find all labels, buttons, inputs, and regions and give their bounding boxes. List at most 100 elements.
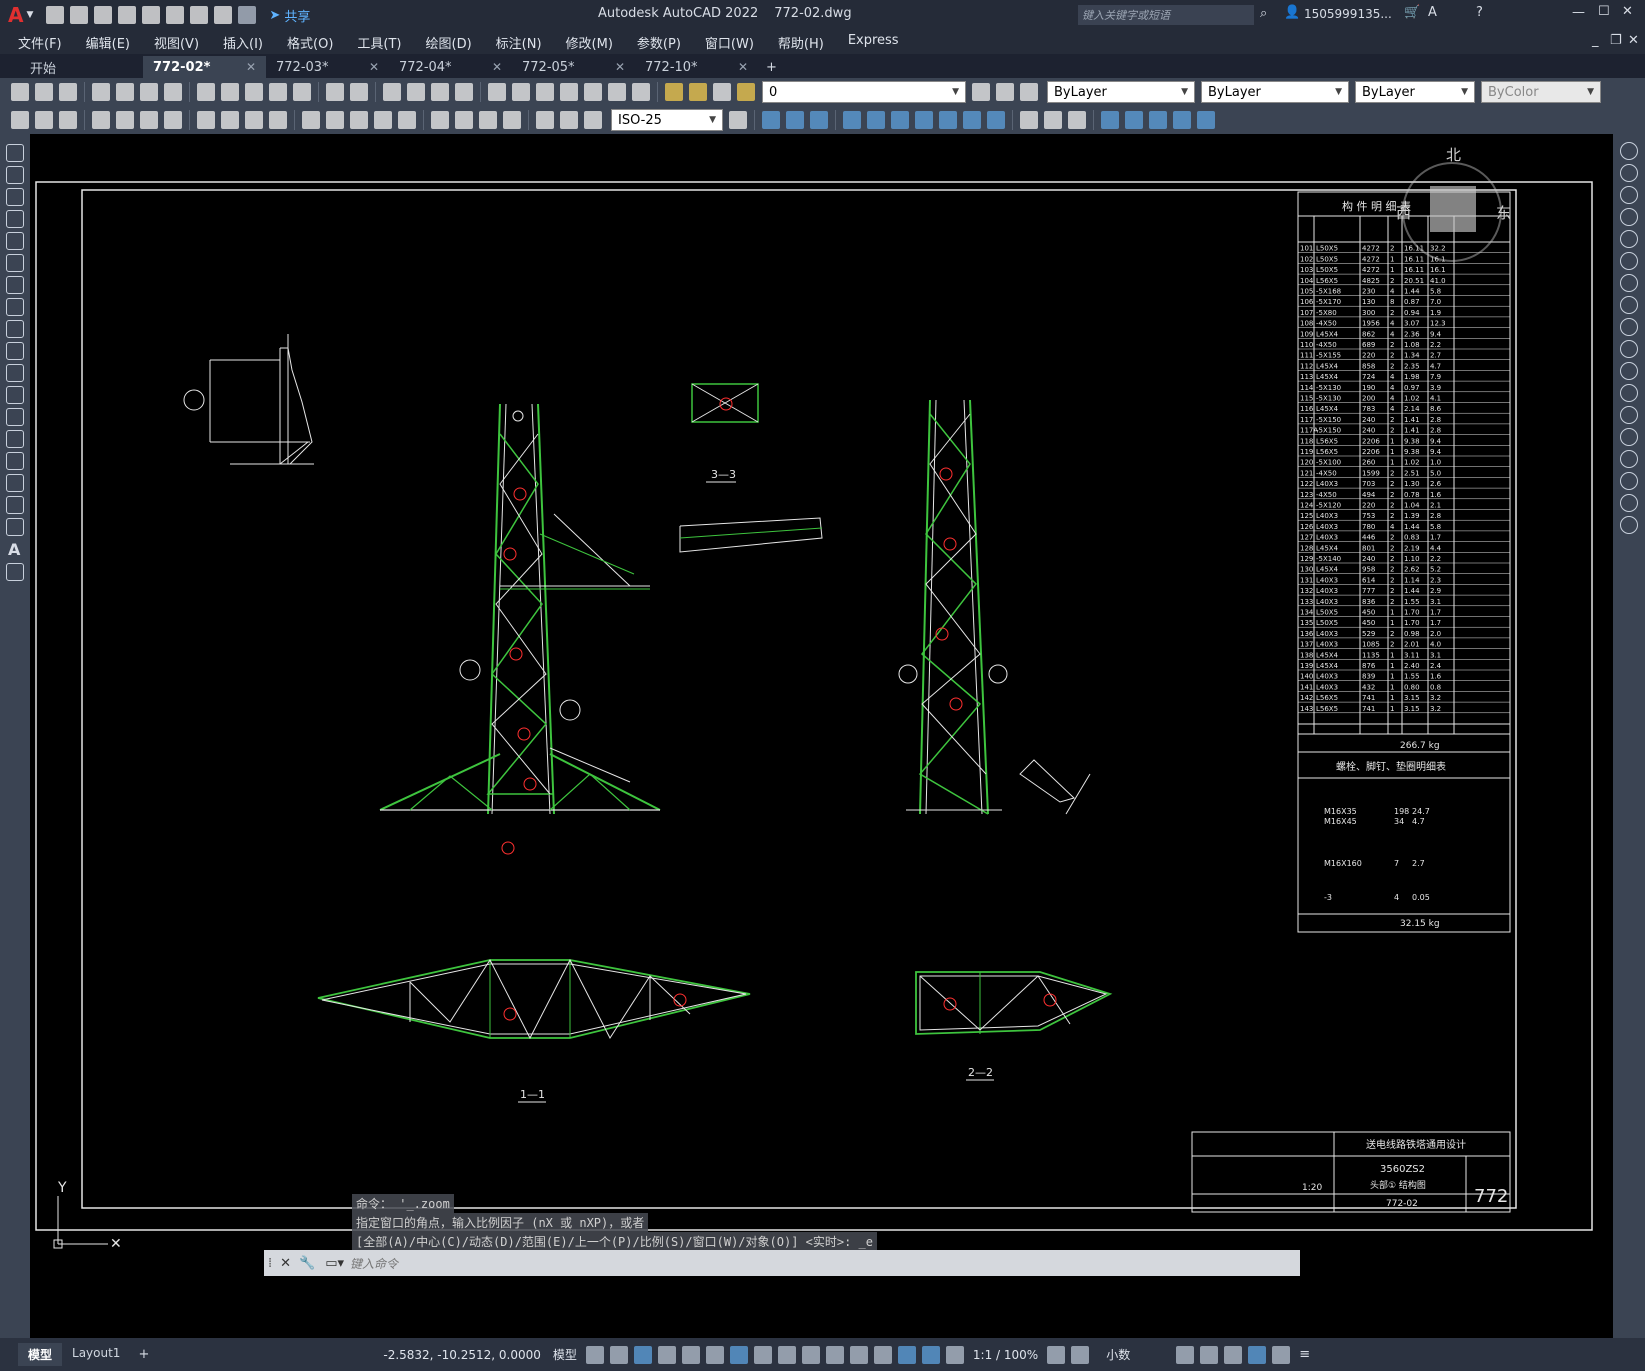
pan-icon[interactable] [383, 83, 401, 101]
annotation-visibility-icon[interactable] [921, 1345, 940, 1364]
mirror-icon[interactable] [1620, 186, 1638, 204]
units-selector[interactable]: 小数 [1106, 1346, 1130, 1363]
offset-icon[interactable] [1620, 208, 1638, 226]
plot-icon[interactable] [92, 83, 110, 101]
ucs-object-icon[interactable] [1197, 111, 1215, 129]
menu-item[interactable]: 窗口(W) [693, 33, 766, 52]
autocad-logo-icon[interactable]: A [8, 3, 23, 27]
chamfer-icon[interactable] [1620, 450, 1638, 468]
viewcube-north[interactable]: 北 [1446, 144, 1461, 165]
gradient-icon[interactable] [6, 474, 24, 492]
cut-icon[interactable] [197, 83, 215, 101]
quick-properties-icon[interactable] [1176, 1345, 1195, 1364]
paste-icon[interactable] [245, 83, 263, 101]
zoom-previous-icon[interactable] [455, 83, 473, 101]
3d-move-icon[interactable] [843, 111, 861, 129]
dim-radius-icon[interactable] [197, 111, 215, 129]
print-icon[interactable] [190, 6, 209, 24]
3d-box-icon[interactable] [762, 111, 780, 129]
layer-previous-icon[interactable] [1020, 83, 1038, 101]
dimstyle-dropdown[interactable]: ISO-25 ▼ [611, 109, 723, 131]
dim-text-edit-icon[interactable] [560, 111, 578, 129]
preview-icon[interactable] [116, 83, 134, 101]
command-input[interactable]: 键入命令 [350, 1255, 398, 1272]
ellipse-icon[interactable] [6, 342, 24, 360]
add-selected-icon[interactable] [6, 563, 24, 581]
menu-item[interactable]: 插入(I) [211, 33, 275, 52]
3d-array-icon[interactable] [939, 111, 957, 129]
menu-item[interactable]: 标注(N) [484, 33, 554, 52]
help-toolbar-icon[interactable] [632, 83, 650, 101]
3d-osnap-icon[interactable] [825, 1345, 844, 1364]
tab-close-icon[interactable]: ✕ [369, 60, 379, 74]
jogged-linear-icon[interactable] [503, 111, 521, 129]
explode-icon[interactable] [1620, 516, 1638, 534]
menu-item[interactable]: 帮助(H) [766, 33, 836, 52]
break-icon[interactable] [1620, 406, 1638, 424]
add-layout-icon[interactable]: + [138, 1347, 149, 1362]
file-tab[interactable]: 772-03* ✕ [266, 56, 389, 78]
doc-restore-icon[interactable]: ❐ [1610, 33, 1622, 48]
tab-close-icon[interactable]: ✕ [615, 60, 625, 74]
grid-icon[interactable] [585, 1345, 604, 1364]
selection-filter-icon[interactable] [873, 1345, 892, 1364]
layer-freeze-icon[interactable] [689, 83, 707, 101]
copy-icon[interactable] [221, 83, 239, 101]
close-icon[interactable]: ✕ [1622, 4, 1633, 19]
stretch-icon[interactable] [1620, 318, 1638, 336]
3d-align-icon[interactable] [891, 111, 909, 129]
isodraft-icon[interactable] [681, 1345, 700, 1364]
arc-icon[interactable] [6, 254, 24, 272]
minimize-icon[interactable]: — [1572, 5, 1585, 20]
dim-update-icon[interactable] [584, 111, 602, 129]
tool2-icon[interactable] [35, 111, 53, 129]
dim-ordinate-icon[interactable] [164, 111, 182, 129]
line-icon[interactable] [6, 144, 24, 162]
dim-arc-icon[interactable] [140, 111, 158, 129]
render-icon[interactable] [1020, 111, 1038, 129]
construction-line-icon[interactable] [6, 166, 24, 184]
trim-icon[interactable] [1620, 340, 1638, 358]
tab-close-icon[interactable]: ✕ [246, 60, 256, 74]
move-icon[interactable] [1620, 252, 1638, 270]
file-tab[interactable]: 772-10* ✕ [635, 56, 758, 78]
3d-print-icon[interactable] [164, 83, 182, 101]
dim-diameter-icon[interactable] [245, 111, 263, 129]
qnew-icon[interactable] [11, 83, 29, 101]
make-block-icon[interactable] [6, 408, 24, 426]
workspace-icon[interactable] [1047, 1345, 1066, 1364]
menu-item[interactable]: Express [836, 33, 911, 52]
dim-baseline-icon[interactable] [326, 111, 344, 129]
app-menu-arrow-icon[interactable]: ▼ [26, 10, 33, 20]
rectangle-icon[interactable] [6, 232, 24, 250]
sheet-set-icon[interactable] [560, 83, 578, 101]
multiline-text-icon[interactable]: A [8, 540, 22, 559]
layer-dropdown[interactable]: 0 ▼ [762, 81, 966, 103]
scale-icon[interactable] [1620, 296, 1638, 314]
design-center-icon[interactable] [512, 83, 530, 101]
selection-cycling-icon[interactable] [801, 1345, 820, 1364]
user-icon[interactable]: 👤 [1284, 5, 1300, 20]
materials-icon[interactable] [1044, 111, 1062, 129]
clean-screen-icon[interactable] [1272, 1345, 1291, 1364]
object-snap-icon[interactable] [729, 1345, 748, 1364]
publish-icon[interactable] [142, 6, 161, 24]
center-mark-icon[interactable] [455, 111, 473, 129]
3d-mirror-icon[interactable] [915, 111, 933, 129]
command-grip-icon[interactable]: ⁞ [268, 1256, 272, 1271]
lock-ui-icon[interactable] [1200, 1345, 1219, 1364]
quick-dim-icon[interactable] [302, 111, 320, 129]
share-button[interactable]: 共享 [284, 6, 310, 25]
viewcube-face[interactable] [1430, 186, 1476, 232]
markup-icon[interactable] [584, 83, 602, 101]
save-icon[interactable] [94, 6, 113, 24]
open-icon[interactable] [70, 6, 89, 24]
menu-item[interactable]: 格式(O) [275, 33, 345, 52]
doc-minimize-icon[interactable]: _ [1592, 33, 1599, 48]
viewcube[interactable]: 北 西 东 [1396, 144, 1511, 262]
command-customize-icon[interactable]: 🔧 [299, 1256, 315, 1271]
menu-item[interactable]: 修改(M) [554, 33, 625, 52]
rotate-icon[interactable] [1620, 274, 1638, 292]
ucs-previous-icon[interactable] [1149, 111, 1167, 129]
tool-palettes-icon[interactable] [536, 83, 554, 101]
